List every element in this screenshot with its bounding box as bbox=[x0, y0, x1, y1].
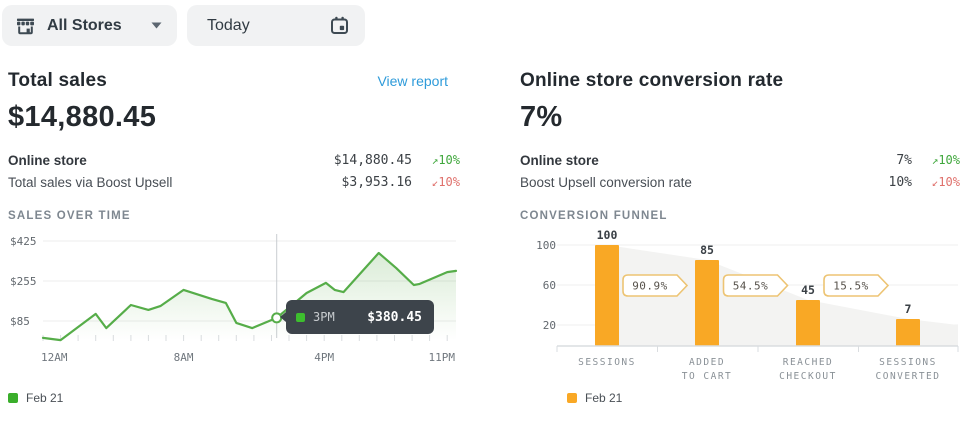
metric-row-boost-upsell: Total sales via Boost Upsell $3,953.16 ↙… bbox=[8, 171, 460, 193]
svg-text:54.5%: 54.5% bbox=[733, 280, 769, 293]
funnel-category-labels: SESSIONS ADDEDTO CART REACHEDCHECKOUT SESSI… bbox=[578, 357, 940, 382]
sales-section-title: SALES OVER TIME bbox=[8, 210, 460, 222]
svg-text:15.5%: 15.5% bbox=[833, 280, 869, 293]
conversion-metrics: Online store 7% ↗10% Boost Upsell conver… bbox=[520, 149, 960, 193]
metric-value: 10% bbox=[792, 175, 912, 190]
conversion-panel-title: Online store conversion rate bbox=[520, 70, 783, 92]
date-selector-button[interactable]: Today bbox=[187, 5, 365, 46]
funnel-section-title: CONVERSION FUNNEL bbox=[520, 210, 960, 222]
trend-value: 10% bbox=[938, 153, 960, 167]
svg-text:90.9%: 90.9% bbox=[632, 280, 668, 293]
svg-text:8AM: 8AM bbox=[174, 351, 194, 364]
sales-x-axis-labels: 12AM 8AM 4PM 11PM bbox=[41, 351, 455, 364]
metric-row-online-store-rate: Online store 7% ↗10% bbox=[520, 149, 960, 171]
calendar-icon bbox=[329, 15, 350, 36]
sales-chart: $425 $255 $85 12AM 8AM 4PM 11PM 3PM $380.45 bbox=[8, 228, 460, 386]
trend-badge: ↗10% bbox=[412, 153, 460, 167]
trend-badge: ↙10% bbox=[412, 175, 460, 189]
sales-metrics: Online store $14,880.45 ↗10% Total sales… bbox=[8, 149, 460, 193]
metric-label: Online store bbox=[8, 153, 292, 168]
tooltip-value: $380.45 bbox=[367, 310, 422, 325]
sales-legend: Feb 21 bbox=[8, 391, 460, 405]
metric-label: Online store bbox=[520, 153, 792, 168]
conversion-panel: Online store conversion rate 7% Online s… bbox=[520, 70, 960, 405]
funnel-legend: Feb 21 bbox=[567, 391, 960, 405]
chart-tooltip: 3PM $380.45 bbox=[286, 300, 434, 334]
svg-text:45: 45 bbox=[801, 283, 815, 297]
svg-text:$85: $85 bbox=[10, 315, 30, 328]
toolbar: All Stores Today bbox=[2, 5, 365, 46]
conversion-badges: 90.9% 54.5% 15.5% bbox=[623, 275, 888, 296]
funnel-y-axis-labels: 100 60 20 bbox=[536, 239, 556, 332]
svg-text:11PM: 11PM bbox=[429, 351, 456, 364]
sales-y-axis-labels: $425 $255 $85 bbox=[10, 235, 37, 328]
svg-text:REACHEDCHECKOUT: REACHEDCHECKOUT bbox=[779, 357, 837, 382]
svg-text:ADDEDTO CART: ADDEDTO CART bbox=[682, 357, 733, 382]
funnel-chart-svg[interactable]: 100 60 20 100 85 45 7 90.9% 54.5% 15.5% SESSIONS AD… bbox=[520, 228, 960, 386]
svg-text:100: 100 bbox=[536, 239, 556, 252]
metric-label: Boost Upsell conversion rate bbox=[520, 175, 792, 190]
store-selector-label: All Stores bbox=[47, 17, 122, 35]
svg-text:20: 20 bbox=[543, 319, 556, 332]
svg-text:SESSIONSCONVERTED: SESSIONSCONVERTED bbox=[876, 357, 941, 382]
trend-badge: ↗10% bbox=[912, 153, 960, 167]
svg-text:4PM: 4PM bbox=[314, 351, 334, 364]
metric-value: $3,953.16 bbox=[292, 175, 412, 190]
legend-swatch-green bbox=[8, 393, 18, 403]
svg-text:85: 85 bbox=[700, 243, 714, 257]
legend-label: Feb 21 bbox=[26, 391, 63, 405]
tooltip-series-swatch bbox=[296, 313, 305, 322]
metric-value: 7% bbox=[792, 153, 912, 168]
svg-text:$425: $425 bbox=[10, 235, 37, 248]
metric-value: $14,880.45 bbox=[292, 153, 412, 168]
trend-badge: ↙10% bbox=[912, 175, 960, 189]
view-report-link[interactable]: View report bbox=[377, 73, 448, 89]
svg-text:12AM: 12AM bbox=[41, 351, 68, 364]
svg-text:7: 7 bbox=[905, 302, 912, 316]
conversion-rate-value: 7% bbox=[520, 101, 960, 134]
trend-value: 10% bbox=[438, 175, 460, 189]
svg-text:60: 60 bbox=[543, 279, 556, 292]
svg-text:SESSIONS: SESSIONS bbox=[578, 357, 636, 368]
date-selector-label: Today bbox=[207, 17, 250, 35]
legend-swatch-orange bbox=[567, 393, 577, 403]
legend-label: Feb 21 bbox=[585, 391, 622, 405]
svg-text:$255: $255 bbox=[10, 275, 37, 288]
trend-value: 10% bbox=[438, 153, 460, 167]
trend-value: 10% bbox=[938, 175, 960, 189]
sales-panel-title: Total sales bbox=[8, 70, 107, 92]
store-selector-button[interactable]: All Stores bbox=[2, 5, 177, 46]
chevron-down-icon bbox=[151, 22, 162, 29]
funnel-axis bbox=[557, 346, 958, 352]
tooltip-time: 3PM bbox=[313, 310, 335, 324]
sales-panel: Total sales View report $14,880.45 Onlin… bbox=[8, 70, 460, 405]
metric-row-boost-upsell-rate: Boost Upsell conversion rate 10% ↙10% bbox=[520, 171, 960, 193]
funnel-chart: 100 60 20 100 85 45 7 90.9% 54.5% 15.5% SESSIONS AD… bbox=[520, 228, 960, 386]
total-sales-value: $14,880.45 bbox=[8, 101, 460, 134]
metric-row-online-store: Online store $14,880.45 ↗10% bbox=[8, 149, 460, 171]
svg-text:100: 100 bbox=[597, 228, 618, 242]
metric-label: Total sales via Boost Upsell bbox=[8, 175, 292, 190]
store-icon bbox=[15, 16, 36, 36]
